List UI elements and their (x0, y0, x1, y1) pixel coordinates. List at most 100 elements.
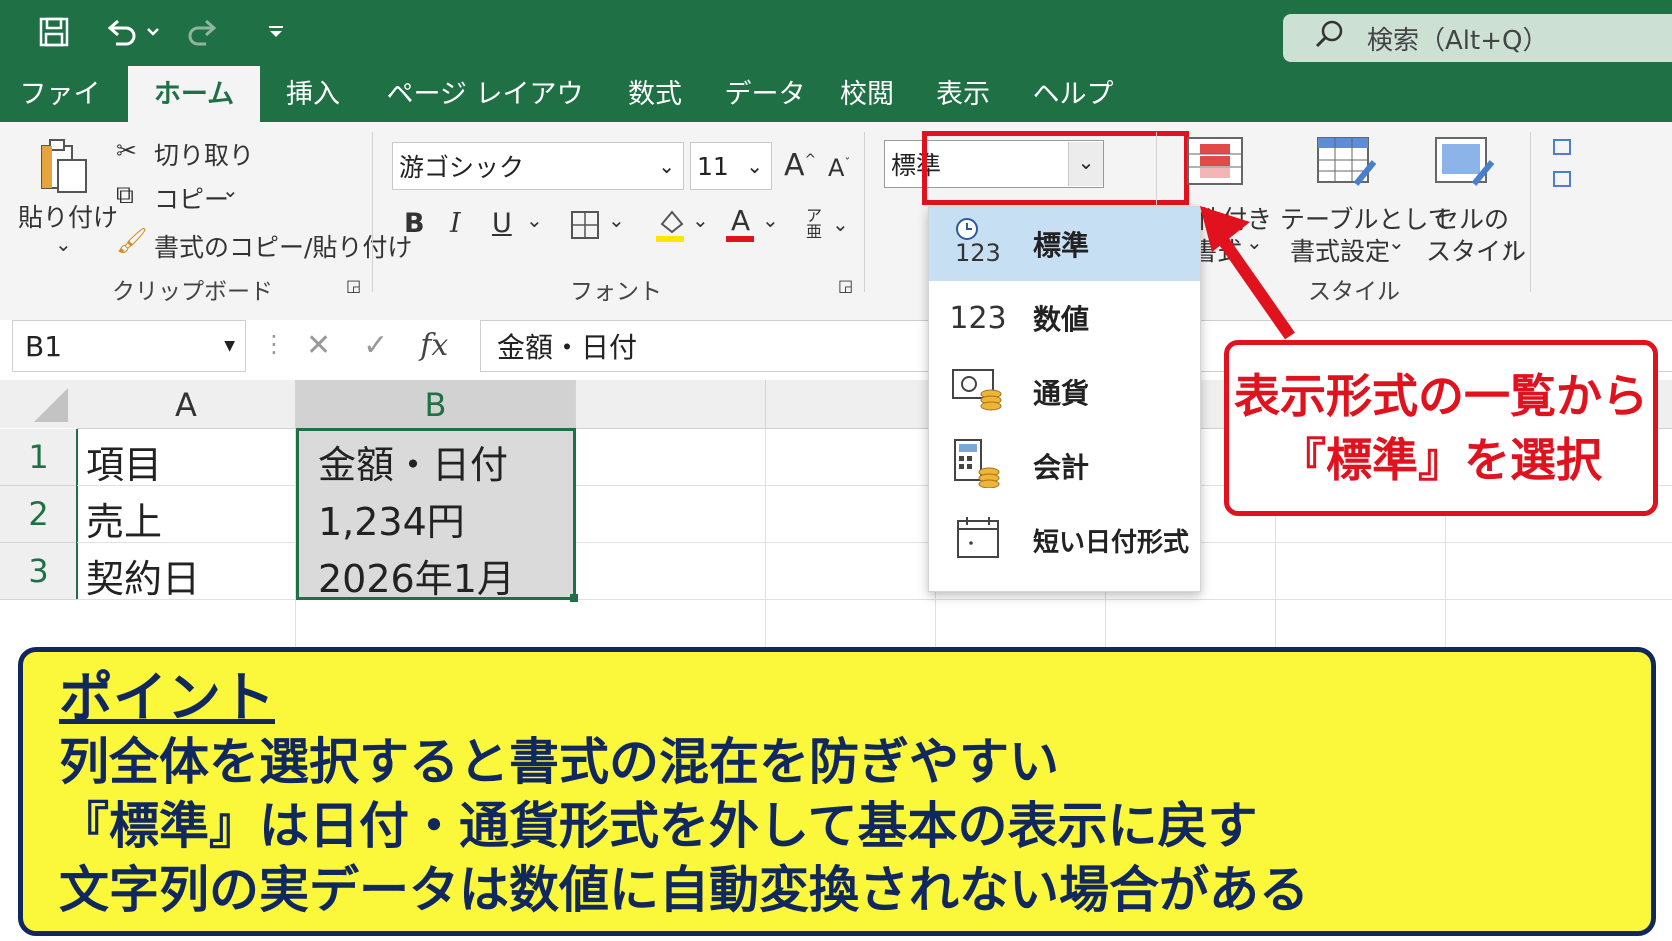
cancel-icon[interactable]: ✕ (306, 328, 331, 363)
callout-box: 表示形式の一覧から 『標準』を選択 (1224, 340, 1658, 516)
enter-icon[interactable]: ✓ (363, 328, 388, 363)
tab-home[interactable]: ホーム (128, 66, 260, 122)
font-size-combo[interactable]: 11 ⌄ (690, 142, 772, 190)
format-option-label: 通貨 (1033, 377, 1090, 410)
point-box: ポイント 列全体を選択すると書式の混在を防ぎやすい 『標準』は日付・通貨形式を外… (18, 647, 1656, 936)
format-option-standard[interactable]: 123 標準 (929, 207, 1200, 281)
font-name-combo[interactable]: 游ゴシック ⌄ (392, 142, 684, 190)
select-all-button[interactable] (0, 380, 78, 428)
accounting-format-icon (943, 438, 1013, 495)
cell-styles-button[interactable]: セルの (1434, 200, 1509, 236)
tab-insert[interactable]: 挿入 (278, 66, 348, 122)
cell-a1[interactable]: 項目 (86, 434, 162, 489)
chevron-down-icon[interactable]: ⌄ (608, 208, 625, 232)
copy-icon: ⧉ (116, 180, 134, 209)
column-divider (765, 380, 766, 428)
tab-view[interactable]: 表示 (928, 66, 998, 122)
tab-file[interactable]: ファイル (10, 66, 110, 168)
format-option-number[interactable]: 123 数値 (929, 281, 1200, 355)
column-header-a[interactable]: A (77, 380, 296, 429)
row-header-1[interactable]: 1 (0, 429, 77, 486)
tab-formulas[interactable]: 数式 (620, 66, 690, 122)
format-option-label: 会計 (1033, 451, 1090, 484)
point-line: 列全体を選択すると書式の混在を防ぎやすい (59, 733, 1059, 791)
format-option-label: 標準 (1033, 229, 1090, 262)
chevron-down-icon: ⌄ (658, 154, 675, 178)
redo-icon[interactable] (188, 12, 220, 52)
tab-help[interactable]: ヘルプ (1028, 66, 1118, 122)
chevron-down-icon[interactable]: ⌄ (1388, 230, 1405, 254)
point-line: 文字列の実データは数値に自動変換されない場合がある (59, 861, 1309, 919)
arrow-icon (1200, 206, 1295, 340)
format-painter-button[interactable]: 書式のコピー/貼り付け (154, 228, 412, 264)
paste-icon[interactable] (38, 138, 92, 200)
format-option-accounting[interactable]: 会計 (929, 429, 1200, 503)
format-option-currency[interactable]: 通貨 (929, 355, 1200, 429)
chevron-down-icon[interactable]: ⌄ (1500, 230, 1517, 254)
search-placeholder: 検索（Alt+Q） (1367, 25, 1549, 56)
chevron-down-icon[interactable]: ⌄ (832, 212, 849, 236)
decrease-font-size-icon[interactable]: Aˇ (828, 154, 850, 182)
formula-content: 金額・日付 (497, 331, 638, 364)
group-divider (1530, 132, 1531, 292)
format-option-short-date[interactable]: 短い日付形式 (929, 503, 1200, 577)
cell-a3[interactable]: 契約日 (86, 548, 200, 603)
number-format-icon: 123 (949, 300, 1007, 336)
format-as-table-icon[interactable] (1316, 136, 1377, 192)
more-icon: ⋮ (262, 330, 286, 358)
name-box[interactable]: B1 ▼ (12, 320, 246, 372)
point-title: ポイント (59, 666, 275, 729)
standard-format-icon: 123 (943, 217, 1013, 272)
italic-icon[interactable]: I (450, 208, 461, 239)
chevron-down-icon[interactable]: ⌄ (55, 232, 72, 256)
copy-button[interactable]: コピー (154, 180, 229, 216)
font-name-value: 游ゴシック (399, 153, 525, 182)
paste-button[interactable]: 貼り付け (18, 198, 118, 234)
chevron-down-icon[interactable]: ⌄ (762, 208, 779, 232)
cell-a2[interactable]: 売上 (86, 491, 162, 546)
cell-b2[interactable]: 1,234円 (318, 491, 465, 546)
clipboard-group-label: クリップボード (112, 279, 273, 305)
font-group-label: フォント (570, 279, 662, 305)
font-size-value: 11 (697, 151, 729, 181)
conditional-formatting-icon[interactable] (1186, 136, 1244, 190)
bold-icon[interactable]: B (404, 208, 425, 239)
save-icon[interactable] (38, 12, 70, 52)
format-option-label: 短い日付形式 (1033, 527, 1190, 558)
column-header-b[interactable]: B (296, 380, 576, 430)
cell-styles-icon[interactable] (1434, 136, 1495, 192)
undo-icon[interactable] (104, 12, 162, 52)
chevron-down-icon[interactable]: ⌄ (222, 178, 239, 202)
tab-data[interactable]: データ (720, 66, 810, 122)
styles-group-label: スタイル (1308, 279, 1400, 305)
cells-group-icon[interactable] (1552, 138, 1572, 222)
cell-b3[interactable]: 2026年1月 (318, 548, 515, 603)
underline-icon[interactable]: U (492, 208, 512, 239)
tab-review[interactable]: 校閲 (832, 66, 902, 122)
chevron-down-icon[interactable]: ⌄ (526, 208, 543, 232)
group-divider (372, 132, 373, 292)
chevron-down-icon: ⌄ (746, 154, 763, 178)
fill-handle[interactable] (570, 594, 578, 602)
increase-font-size-icon[interactable]: A^ (784, 148, 816, 183)
column-divider (765, 429, 766, 649)
row-header-3[interactable]: 3 (0, 543, 77, 600)
customize-qat-icon[interactable] (266, 12, 286, 52)
number-format-dropdown: 123 標準 123 数値 通貨 会計 短い日付形式 (928, 206, 1201, 592)
number-format-highlight (922, 131, 1189, 205)
fill-color-icon[interactable] (654, 206, 686, 246)
font-color-icon[interactable]: A (724, 204, 756, 246)
formula-buttons: ✕ ✓ fx (288, 320, 474, 370)
dialog-launcher-icon[interactable]: ◲ (838, 276, 853, 295)
tab-page-layout[interactable]: ページ レイアウト (380, 66, 590, 168)
cut-button[interactable]: 切り取り (154, 136, 254, 172)
borders-icon[interactable] (570, 210, 600, 244)
svg-text:A: A (731, 204, 750, 237)
row-header-2[interactable]: 2 (0, 486, 77, 543)
phonetic-guide-icon[interactable]: ア亜 (806, 208, 822, 240)
search-box[interactable]: 検索（Alt+Q） (1283, 14, 1672, 62)
dialog-launcher-icon[interactable]: ◲ (346, 276, 361, 295)
cell-b1[interactable]: 金額・日付 (318, 434, 508, 489)
insert-function-icon[interactable]: fx (420, 328, 448, 363)
chevron-down-icon[interactable]: ⌄ (692, 208, 709, 232)
